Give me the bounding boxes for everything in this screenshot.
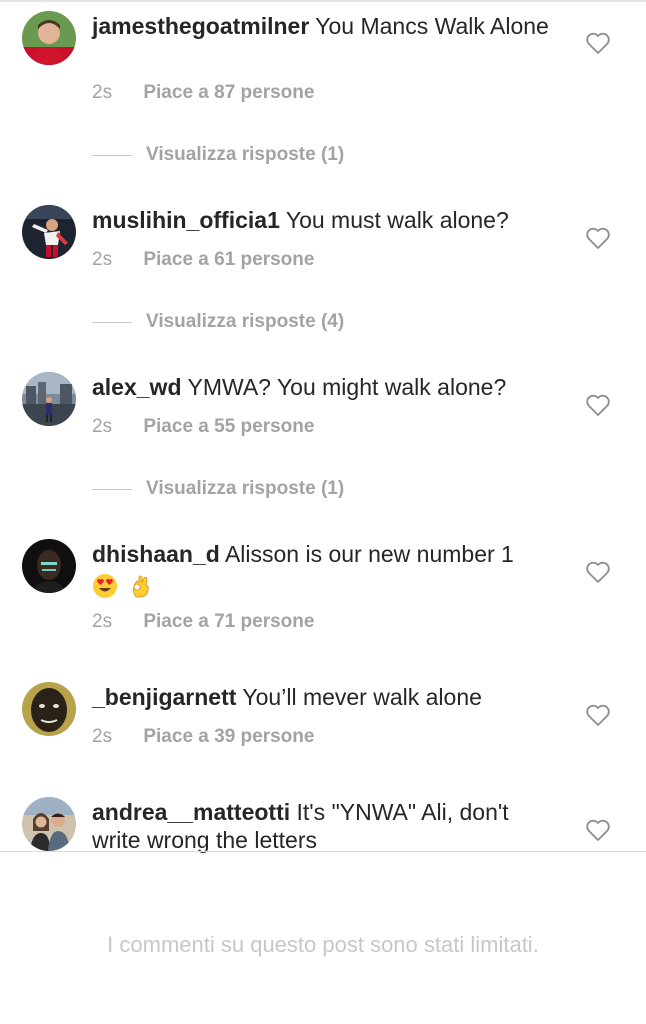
comment-username[interactable]: muslihin_officia1 [92,207,280,233]
comment-likes[interactable]: Piace a 87 persone [143,82,314,103]
comment-likes[interactable]: Piace a 71 persone [143,611,314,632]
comment-likes[interactable]: Piace a 61 persone [143,249,314,270]
comment-meta: 2s Piace a 71 persone [92,611,314,633]
comment-time: 2s [92,249,113,270]
comments-footer-divider [0,851,646,852]
avatar[interactable] [22,372,76,426]
comment-time: 2s [92,416,113,437]
replies-divider-line [92,321,132,323]
heart-icon[interactable] [585,226,611,250]
comment-username[interactable]: _benjigarnett [92,684,236,710]
view-replies-label: Visualizza risposte (1) [146,144,345,165]
avatar[interactable] [22,539,76,593]
emoji-row [92,570,562,599]
comment-username[interactable]: jamesthegoatmilner [92,13,309,39]
city-scene-avatar [22,372,76,426]
comment-username[interactable]: andrea__matteotti [92,799,290,825]
replies-divider-line [92,488,132,490]
heart-icon[interactable] [585,703,611,727]
heart-icon[interactable] [585,560,611,584]
comment-text: andrea__matteotti It's "YNWA" Ali, don't… [92,798,562,854]
comment-username[interactable]: dhishaan_d [92,541,220,567]
comment-likes[interactable]: Piace a 55 persone [143,416,314,437]
player-celebrating-avatar [22,205,76,259]
top-divider [0,0,646,2]
replies-divider-line [92,154,132,156]
comment-text: muslihin_officia1 You must walk alone? [92,206,562,234]
comment-meta: 2s Piace a 55 persone [92,416,314,438]
comment-body: Alisson is our new number 1 [224,541,514,567]
comment-meta: 2s Piace a 39 persone [92,726,314,748]
comment-body: You Mancs Walk Alone [315,13,549,39]
comment-body: You’ll mever walk alone [242,684,482,710]
comment-username[interactable]: alex_wd [92,374,182,400]
comment-text: alex_wd YMWA? You might walk alone? [92,373,562,401]
comment-text: jamesthegoatmilner You Mancs Walk Alone [92,12,562,40]
ok-hand-emoji [133,575,150,598]
comments-limited-notice: I commenti su questo post sono stati lim… [107,932,539,957]
face-avatar [22,682,76,736]
avatar[interactable] [22,11,76,65]
view-replies-label: Visualizza risposte (4) [146,311,345,332]
heart-icon[interactable] [585,818,611,842]
comment-time: 2s [92,611,113,632]
comment-time: 2s [92,726,113,747]
comment-body: You must walk alone? [285,207,509,233]
comment-body: YMWA? You might walk alone? [187,374,507,400]
view-replies-label: Visualizza risposte (1) [146,478,345,499]
comment-text: dhishaan_d Alisson is our new number 1 [92,540,562,599]
view-replies-button[interactable]: Visualizza risposte (1) [92,141,492,169]
heart-eyes-emoji [93,573,117,598]
comments-screen: jamesthegoatmilner You Mancs Walk Alone … [0,0,646,1024]
view-replies-button[interactable]: Visualizza risposte (1) [92,475,492,503]
avatar[interactable] [22,205,76,259]
portrait-avatar [22,539,76,593]
comment-likes[interactable]: Piace a 39 persone [143,726,314,747]
avatar[interactable] [22,797,76,851]
comment-meta: 2s Piace a 87 persone [92,82,314,104]
heart-icon[interactable] [585,393,611,417]
comment-text: _benjigarnett You’ll mever walk alone [92,683,562,711]
avatar[interactable] [22,682,76,736]
liverpool-player-avatar [22,11,76,65]
view-replies-button[interactable]: Visualizza risposte (4) [92,308,492,336]
comment-meta: 2s Piace a 61 persone [92,249,314,271]
comment-time: 2s [92,82,113,103]
heart-icon[interactable] [585,31,611,55]
couple-avatar [22,797,76,851]
